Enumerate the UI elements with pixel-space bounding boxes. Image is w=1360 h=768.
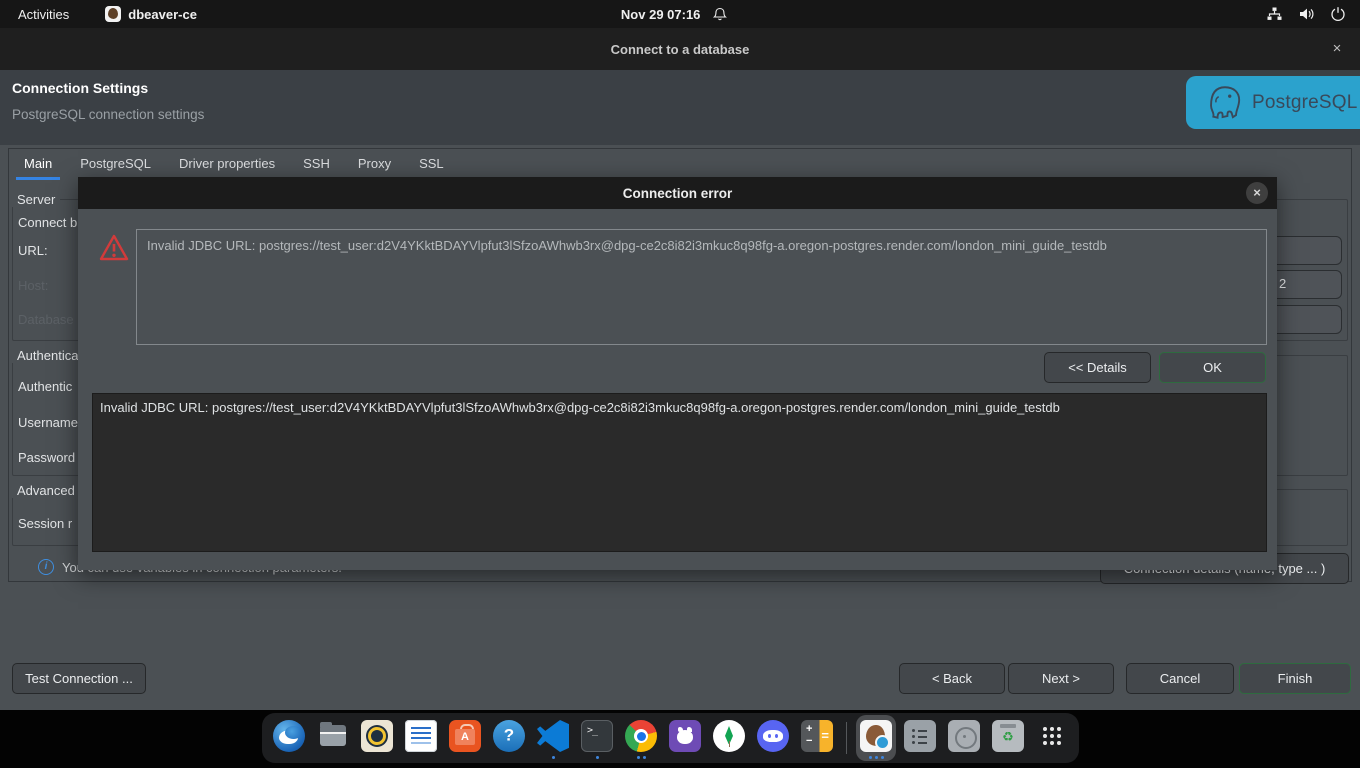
- notification-bell-icon: [712, 7, 726, 22]
- dock-icon-remote-servers[interactable]: [900, 715, 940, 761]
- dock-icon-disks[interactable]: [944, 715, 984, 761]
- back-button[interactable]: < Back: [899, 663, 1005, 694]
- activities-button[interactable]: Activities: [18, 7, 69, 22]
- form-label-connect-b: Connect b: [18, 215, 77, 230]
- running-indicator: [533, 756, 573, 759]
- system-top-bar: Activities dbeaver-ce Nov 29 07:16: [0, 0, 1360, 28]
- trash-icon: [992, 720, 1024, 752]
- dbeaver-app-icon: [105, 6, 121, 22]
- postgresql-logo-text: PostgreSQL: [1252, 92, 1358, 114]
- page-title: Connection Settings: [12, 80, 148, 96]
- finish-button[interactable]: Finish: [1239, 663, 1351, 694]
- clock-label: Nov 29 07:16: [621, 7, 701, 22]
- dock-icon-help[interactable]: [489, 715, 529, 761]
- tab-ssh[interactable]: SSH: [289, 150, 344, 180]
- focused-app-name: dbeaver-ce: [128, 7, 197, 22]
- focused-app-menu[interactable]: dbeaver-ce: [105, 6, 197, 22]
- help-icon: [493, 720, 525, 752]
- wizard-header: Connection Settings PostgreSQL connectio…: [0, 70, 1360, 145]
- disks-icon: [948, 720, 980, 752]
- warning-icon: [98, 232, 130, 264]
- error-message-box: Invalid JDBC URL: postgres://test_user:d…: [136, 229, 1267, 345]
- vscode-icon: [537, 720, 569, 752]
- tab-proxy[interactable]: Proxy: [344, 150, 405, 180]
- form-label-authentica: Authentica: [12, 348, 83, 363]
- dock-icon-github-desktop[interactable]: [665, 715, 705, 761]
- window-close-icon[interactable]: ×: [1328, 40, 1346, 58]
- dock-icon-chrome[interactable]: [621, 715, 661, 761]
- chrome-icon: [625, 720, 657, 752]
- form-label-url: URL:: [18, 243, 48, 258]
- dock-icon-terminal[interactable]: [577, 715, 617, 761]
- dock-icon-vscode[interactable]: [533, 715, 573, 761]
- tab-driver-properties[interactable]: Driver properties: [165, 150, 289, 180]
- window-title-bar[interactable]: Connect to a database ×: [0, 28, 1360, 70]
- dock-icon-trash[interactable]: [988, 715, 1028, 761]
- postgresql-elephant-icon: [1204, 82, 1246, 124]
- dbeaver-icon: [860, 720, 892, 752]
- dock-icon-app-grid[interactable]: [1032, 715, 1072, 761]
- running-indicator: [621, 756, 661, 759]
- form-label-database: Database: [18, 312, 74, 327]
- rhythmbox-icon: [361, 720, 393, 752]
- form-label-advanced: Advanced: [12, 483, 80, 498]
- form-label-username: Username: [18, 415, 78, 430]
- dock-icon-thunderbird[interactable]: [269, 715, 309, 761]
- ubuntu-software-icon: [449, 720, 481, 752]
- form-label-authentic: Authentic: [18, 379, 72, 394]
- libreoffice-writer-icon: [405, 720, 437, 752]
- volume-icon: [1298, 6, 1315, 22]
- error-dialog-close-icon[interactable]: ×: [1246, 182, 1268, 204]
- mongodb-compass-icon: [713, 720, 745, 752]
- power-icon: [1330, 6, 1346, 22]
- postgresql-logo: PostgreSQL: [1186, 76, 1360, 129]
- discord-icon: [757, 720, 789, 752]
- calculator-icon: [801, 720, 833, 752]
- error-details-panel[interactable]: Invalid JDBC URL: postgres://test_user:d…: [92, 393, 1267, 552]
- error-dialog-title-bar: Connection error ×: [78, 177, 1277, 209]
- tab-main[interactable]: Main: [10, 150, 66, 180]
- window-title: Connect to a database: [611, 42, 750, 57]
- clock-menu[interactable]: Nov 29 07:16: [621, 7, 727, 22]
- running-indicator: [856, 756, 896, 759]
- dock-icon-files[interactable]: [313, 715, 353, 761]
- cancel-button[interactable]: Cancel: [1126, 663, 1234, 694]
- app-grid-icon: [1036, 720, 1068, 752]
- dock-icon-calculator[interactable]: [797, 715, 837, 761]
- terminal-icon: [581, 720, 613, 752]
- form-label-password: Password: [18, 450, 75, 465]
- dock-icon-rhythmbox[interactable]: [357, 715, 397, 761]
- dock: [262, 713, 1079, 763]
- dock-icon-discord[interactable]: [753, 715, 793, 761]
- tab-ssl[interactable]: SSL: [405, 150, 458, 180]
- dock-icon-ubuntu-software[interactable]: [445, 715, 485, 761]
- page-subtitle: PostgreSQL connection settings: [12, 107, 204, 122]
- dock-icon-libreoffice-writer[interactable]: [401, 715, 441, 761]
- files-icon: [317, 720, 349, 752]
- network-icon: [1266, 6, 1283, 22]
- github-desktop-icon: [669, 720, 701, 752]
- form-label-server: Server: [12, 192, 60, 207]
- desktop: Activities dbeaver-ce Nov 29 07:16: [0, 0, 1360, 768]
- connection-error-dialog: Connection error × Invalid JDBC URL: pos…: [78, 177, 1277, 570]
- system-status-area[interactable]: [1266, 0, 1346, 28]
- thunderbird-icon: [273, 720, 305, 752]
- next-button[interactable]: Next >: [1008, 663, 1114, 694]
- port-value-partial: 2: [1279, 276, 1286, 291]
- tab-bar: MainPostgreSQLDriver propertiesSSHProxyS…: [10, 150, 458, 180]
- ok-button[interactable]: OK: [1159, 352, 1266, 383]
- details-toggle-button[interactable]: << Details: [1044, 352, 1151, 383]
- test-connection-button[interactable]: Test Connection ...: [12, 663, 146, 694]
- dock-separator: [846, 722, 847, 754]
- tab-postgresql[interactable]: PostgreSQL: [66, 150, 165, 180]
- form-label-session-r: Session r: [18, 516, 72, 531]
- info-icon: [38, 559, 54, 575]
- form-label-host: Host:: [18, 278, 48, 293]
- running-indicator: [577, 756, 617, 759]
- dock-icon-dbeaver[interactable]: [856, 715, 896, 761]
- error-dialog-title: Connection error: [623, 186, 733, 201]
- remote-servers-icon: [904, 720, 936, 752]
- dock-icon-mongodb-compass[interactable]: [709, 715, 749, 761]
